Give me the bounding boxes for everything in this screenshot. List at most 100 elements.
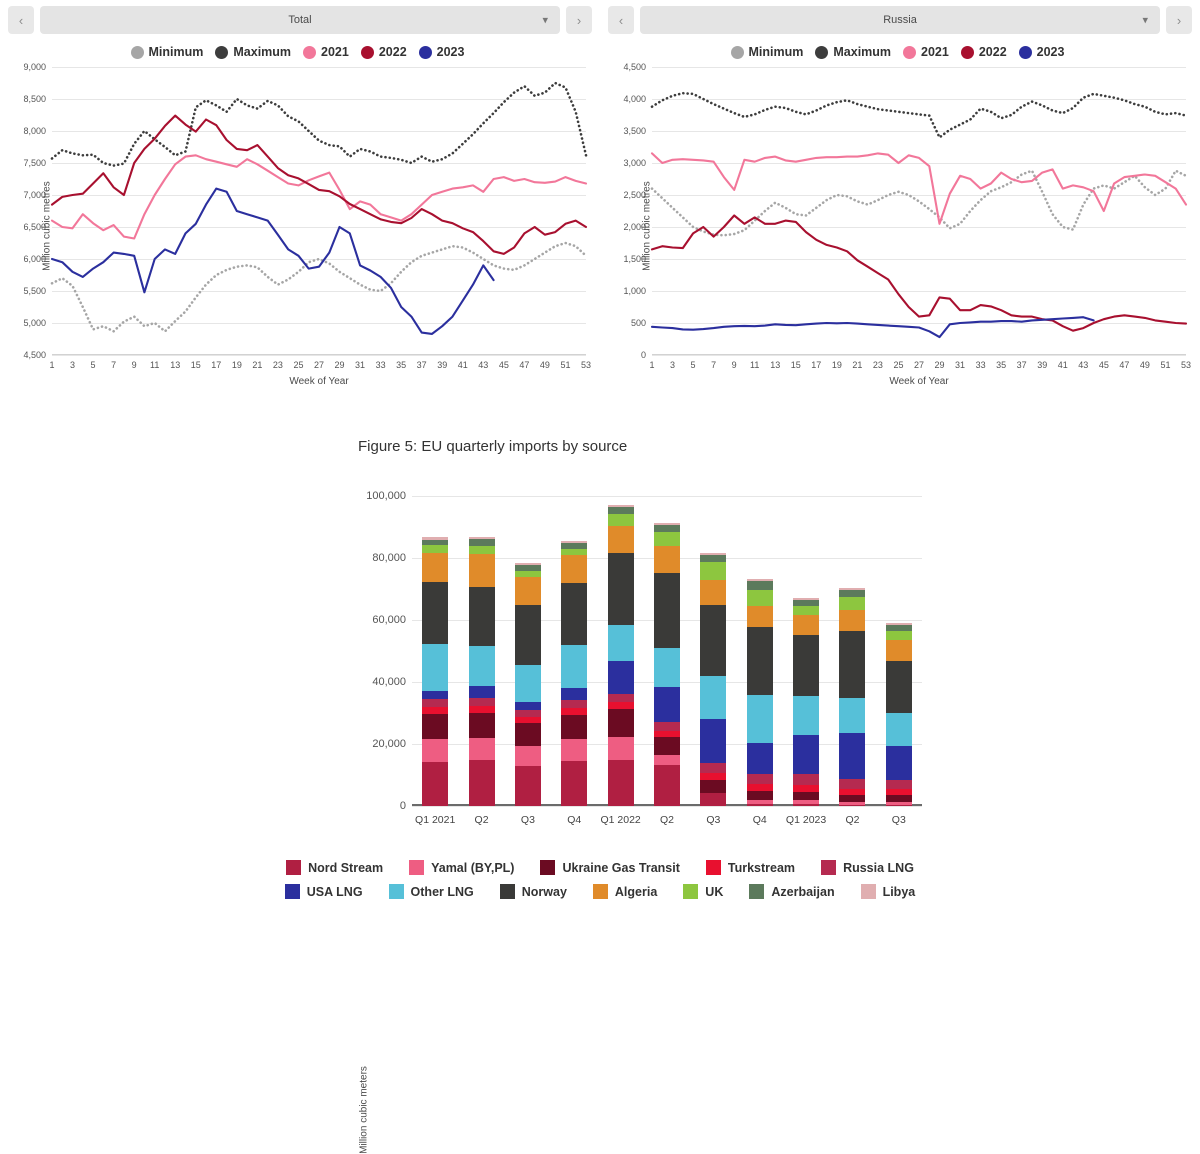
bar-segment-norway[interactable] <box>561 582 588 646</box>
legend-item-other-lng[interactable]: Other LNG <box>388 884 474 899</box>
bar-segment-russia-lng[interactable] <box>654 722 680 731</box>
bar-segment-ukraine-gas-transit[interactable] <box>793 792 820 801</box>
bar-segment-yamal-by-pl-[interactable] <box>607 737 634 760</box>
prev-button-total[interactable]: ‹ <box>8 6 34 34</box>
legend-item-minimum[interactable]: Minimum <box>730 45 803 59</box>
legend-item-nord-stream[interactable]: Nord Stream <box>286 860 383 875</box>
bar-segment-norway[interactable] <box>654 572 680 648</box>
next-button-russia[interactable]: › <box>1166 6 1192 34</box>
bar-segment-russia-lng[interactable] <box>839 779 866 789</box>
legend-item-russia-lng[interactable]: Russia LNG <box>821 860 914 875</box>
bar-segment-yamal-by-pl-[interactable] <box>422 739 449 762</box>
legend-item-libya[interactable]: Libya <box>860 884 915 899</box>
bar-segment-algeria[interactable] <box>607 525 634 553</box>
bar-segment-nord-stream[interactable] <box>422 761 449 806</box>
bar-segment-uk[interactable] <box>700 562 727 581</box>
legend-item-uk[interactable]: UK <box>683 884 723 899</box>
bar-column[interactable] <box>561 496 588 806</box>
bar-segment-algeria[interactable] <box>885 640 912 661</box>
bar-segment-ukraine-gas-transit[interactable] <box>561 714 588 739</box>
bar-segment-usa-lng[interactable] <box>422 690 449 700</box>
country-select-russia[interactable]: Russia ▾ <box>640 6 1160 34</box>
bar-segment-norway[interactable] <box>607 552 634 625</box>
bar-segment-ukraine-gas-transit[interactable] <box>746 791 773 800</box>
bar-segment-ukraine-gas-transit[interactable] <box>514 722 541 746</box>
bar-segment-azerbaijan[interactable] <box>700 554 727 563</box>
bar-segment-turkstream[interactable] <box>468 705 495 713</box>
bar-segment-nord-stream[interactable] <box>746 804 773 806</box>
bar-segment-other-lng[interactable] <box>793 696 820 735</box>
legend-item-maximum[interactable]: Maximum <box>815 45 891 59</box>
bar-segment-turkstream[interactable] <box>746 784 773 792</box>
bar-segment-russia-lng[interactable] <box>607 693 634 703</box>
legend-item-2022[interactable]: 2022 <box>360 45 407 59</box>
bar-segment-norway[interactable] <box>839 630 866 698</box>
bar-segment-ukraine-gas-transit[interactable] <box>654 736 680 755</box>
bar-column[interactable] <box>654 496 680 806</box>
bar-segment-usa-lng[interactable] <box>468 686 495 698</box>
prev-button-russia[interactable]: ‹ <box>608 6 634 34</box>
bar-segment-yamal-by-pl-[interactable] <box>468 737 495 761</box>
bar-segment-norway[interactable] <box>514 605 541 665</box>
bar-segment-nord-stream[interactable] <box>607 759 634 806</box>
bar-segment-nord-stream[interactable] <box>514 766 541 806</box>
bar-segment-russia-lng[interactable] <box>561 700 588 709</box>
legend-item-usa-lng[interactable]: USA LNG <box>284 884 363 899</box>
bar-segment-nord-stream[interactable] <box>793 804 820 806</box>
bar-segment-yamal-by-pl-[interactable] <box>561 738 588 761</box>
bar-column[interactable] <box>468 496 495 806</box>
bar-segment-other-lng[interactable] <box>607 624 634 661</box>
bar-segment-ukraine-gas-transit[interactable] <box>468 712 495 738</box>
bar-segment-usa-lng[interactable] <box>654 686 680 723</box>
legend-item-2021[interactable]: 2021 <box>903 45 949 59</box>
bar-segment-usa-lng[interactable] <box>746 743 773 775</box>
bar-segment-algeria[interactable] <box>561 554 588 583</box>
bar-segment-algeria[interactable] <box>514 577 541 606</box>
bar-segment-uk[interactable] <box>793 605 820 616</box>
bar-column[interactable] <box>793 496 820 806</box>
legend-item-2023[interactable]: 2023 <box>1018 45 1064 59</box>
bar-column[interactable] <box>607 496 634 806</box>
bar-segment-russia-lng[interactable] <box>514 709 541 718</box>
country-select-total[interactable]: Total ▾ <box>40 6 560 34</box>
bar-segment-uk[interactable] <box>468 546 495 555</box>
bar-column[interactable] <box>700 496 727 806</box>
bar-segment-algeria[interactable] <box>422 552 449 583</box>
bar-segment-algeria[interactable] <box>839 610 866 631</box>
bar-segment-other-lng[interactable] <box>468 646 495 687</box>
bar-segment-uk[interactable] <box>885 631 912 641</box>
legend-item-2023[interactable]: 2023 <box>418 45 464 59</box>
bar-segment-nord-stream[interactable] <box>654 765 680 806</box>
legend-item-algeria[interactable]: Algeria <box>592 884 657 899</box>
bar-segment-usa-lng[interactable] <box>700 718 727 763</box>
bar-segment-azerbaijan[interactable] <box>654 525 680 533</box>
legend-item-azerbaijan[interactable]: Azerbaijan <box>749 884 835 899</box>
bar-segment-norway[interactable] <box>422 582 449 645</box>
bar-segment-russia-lng[interactable] <box>422 699 449 708</box>
bar-column[interactable] <box>885 496 912 806</box>
legend-item-minimum[interactable]: Minimum <box>130 45 203 59</box>
bar-segment-nord-stream[interactable] <box>468 760 495 806</box>
bar-segment-russia-lng[interactable] <box>746 774 773 785</box>
bar-segment-azerbaijan[interactable] <box>607 507 634 515</box>
bar-segment-algeria[interactable] <box>793 615 820 635</box>
bar-segment-nord-stream[interactable] <box>700 792 727 806</box>
legend-item-ukraine-gas-transit[interactable]: Ukraine Gas Transit <box>540 860 680 875</box>
bar-segment-usa-lng[interactable] <box>514 701 541 710</box>
bar-segment-norway[interactable] <box>793 634 820 697</box>
legend-item-maximum[interactable]: Maximum <box>215 45 291 59</box>
bar-column[interactable] <box>746 496 773 806</box>
bar-segment-algeria[interactable] <box>746 605 773 628</box>
bar-segment-usa-lng[interactable] <box>607 660 634 694</box>
legend-item-2021[interactable]: 2021 <box>303 45 349 59</box>
bar-column[interactable] <box>422 496 449 806</box>
bar-segment-russia-lng[interactable] <box>885 780 912 790</box>
bar-segment-russia-lng[interactable] <box>793 774 820 785</box>
bar-segment-nord-stream[interactable] <box>885 804 912 806</box>
bar-segment-other-lng[interactable] <box>746 695 773 744</box>
bar-segment-other-lng[interactable] <box>839 697 866 734</box>
bar-segment-azerbaijan[interactable] <box>746 581 773 590</box>
bar-segment-ukraine-gas-transit[interactable] <box>700 779 727 793</box>
bar-segment-norway[interactable] <box>700 604 727 676</box>
bar-segment-uk[interactable] <box>654 532 680 547</box>
